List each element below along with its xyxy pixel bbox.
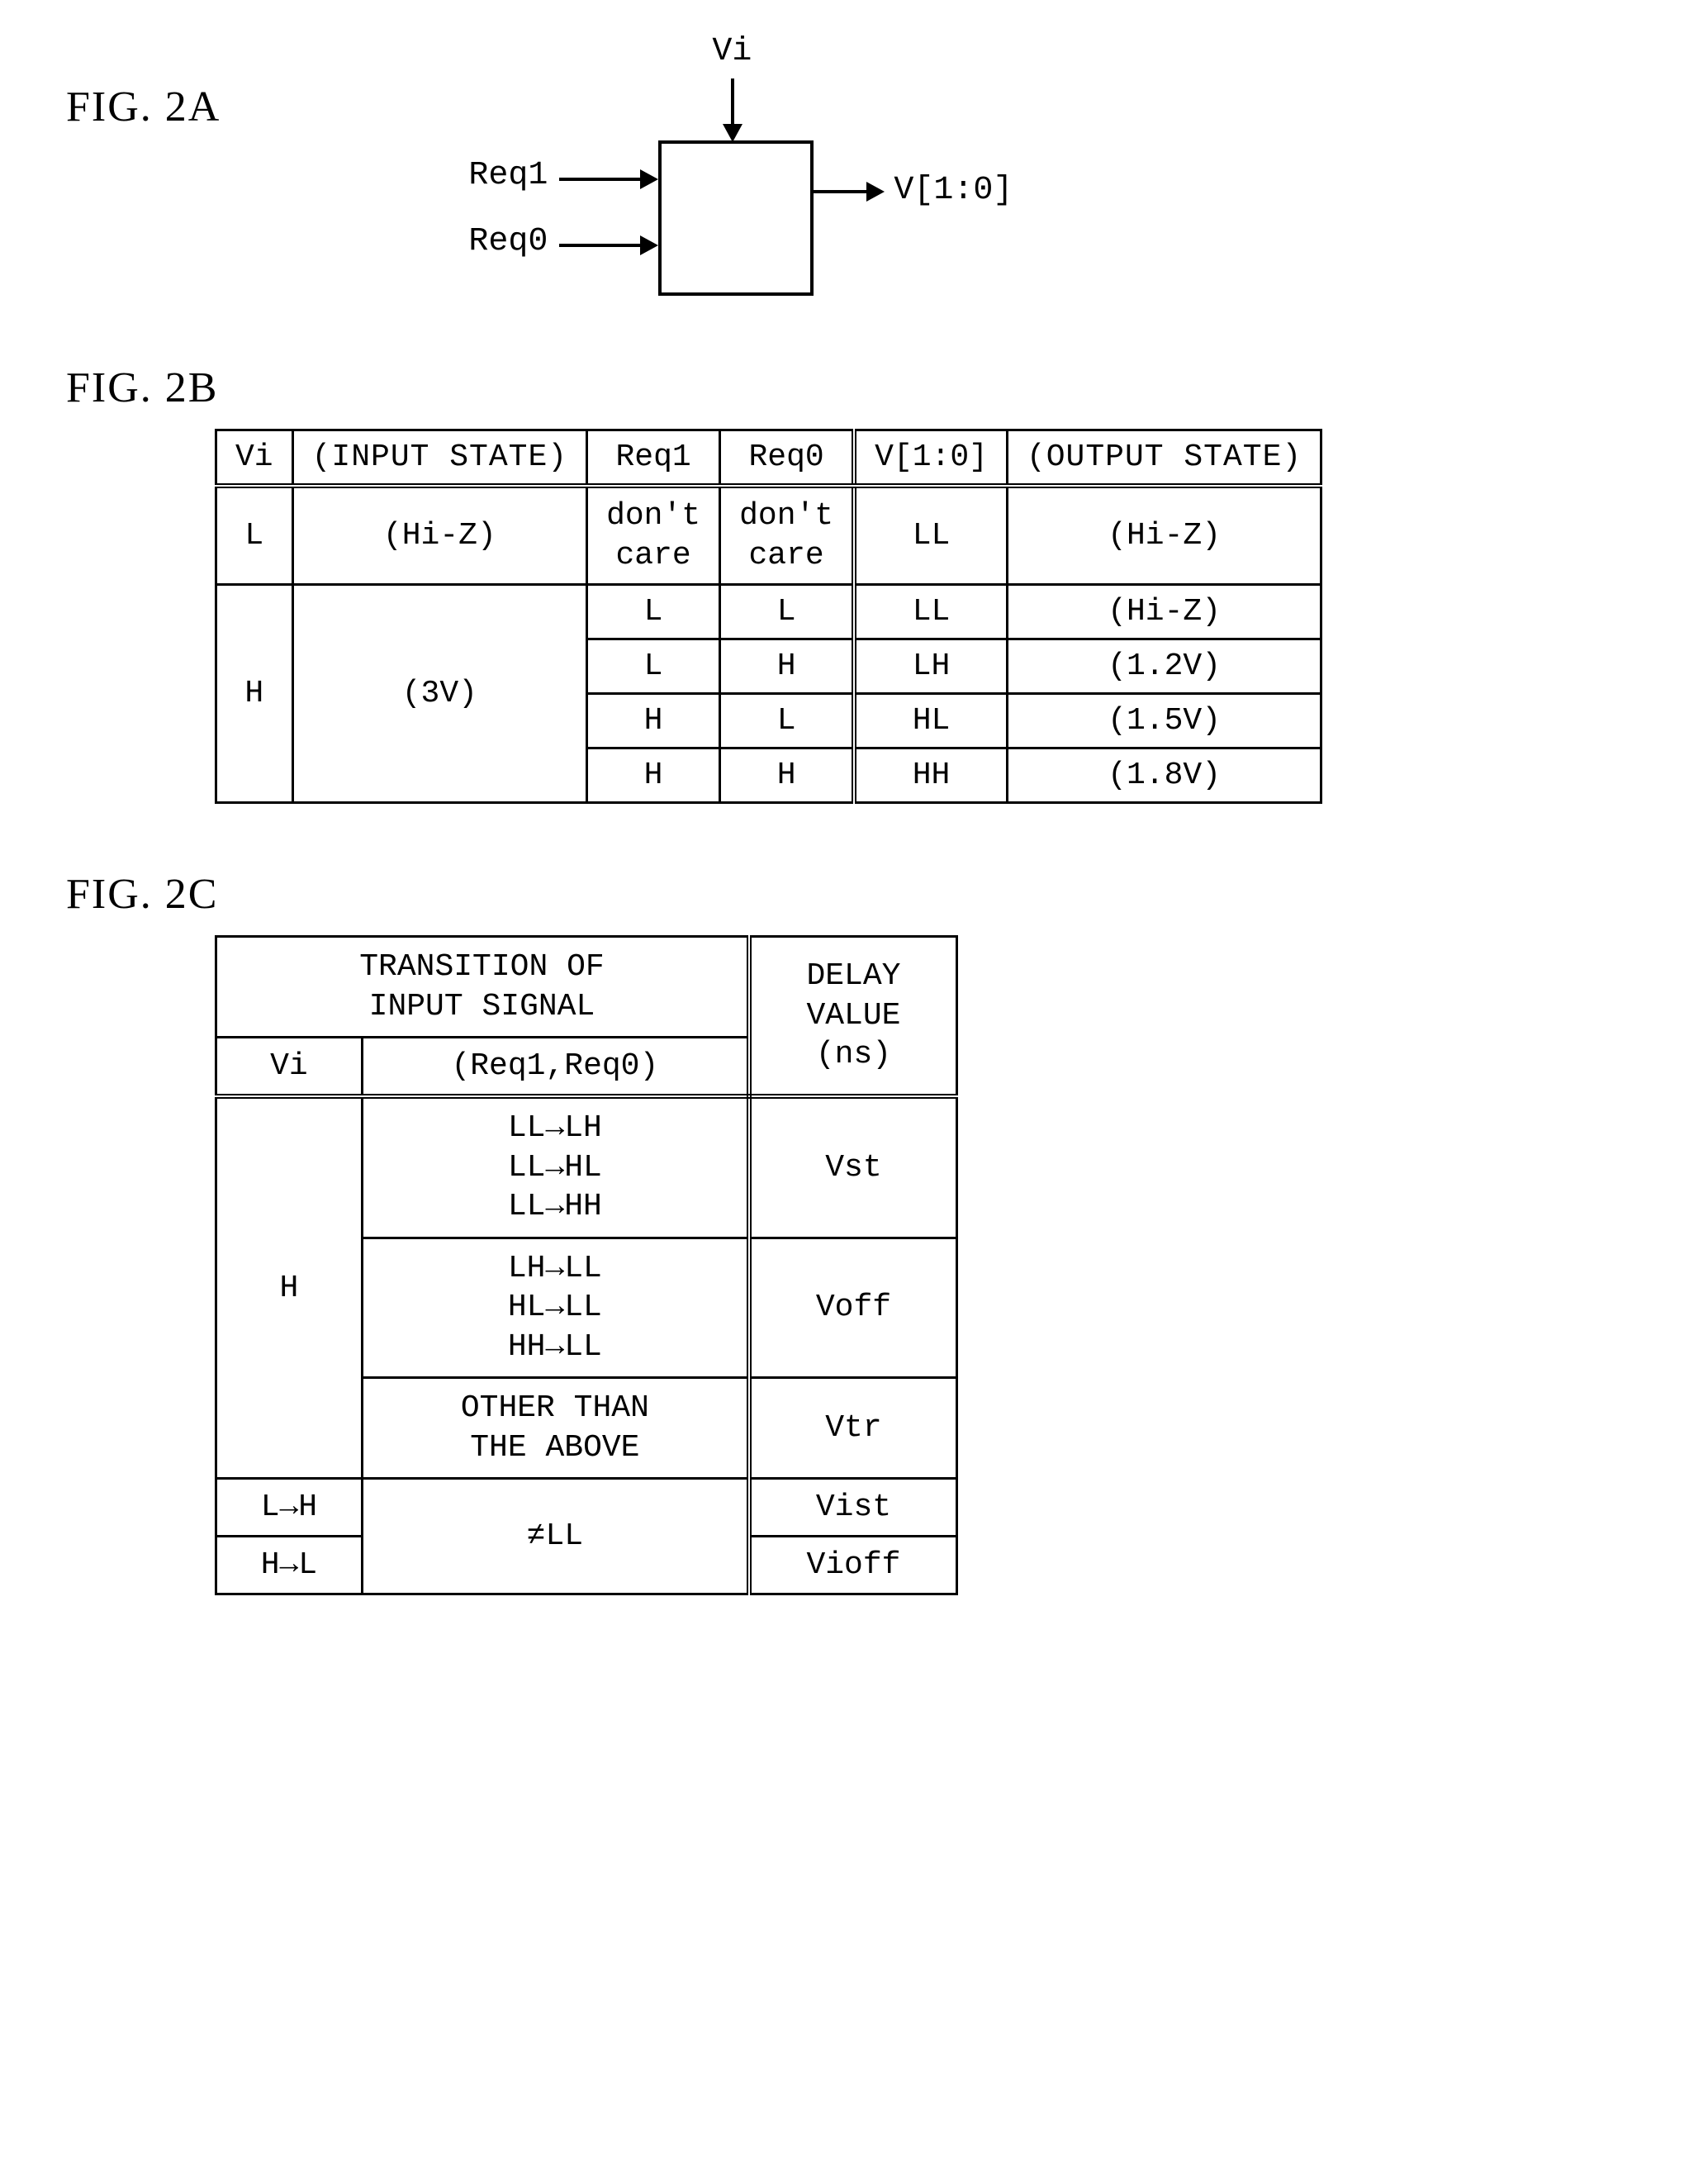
cell-req0: don'tcare xyxy=(720,486,855,585)
cell-vi: L xyxy=(216,486,293,585)
col-transition: TRANSITION OFINPUT SIGNAL xyxy=(216,937,749,1038)
cell-delay: Vist xyxy=(749,1479,957,1537)
cell-delay: Vst xyxy=(749,1096,957,1238)
col-delay: DELAYVALUE(ns) xyxy=(749,937,957,1097)
arrow-out-line xyxy=(810,190,868,193)
cell-req1: L xyxy=(587,585,720,639)
col-req1: Req1 xyxy=(587,430,720,487)
cell-req1: H xyxy=(587,748,720,803)
cell-req-neqll: ≠LL xyxy=(362,1479,749,1594)
table-row: L (Hi-Z) don'tcare don'tcare LL (Hi-Z) xyxy=(216,486,1321,585)
signal-req1: Req1 xyxy=(468,157,548,194)
arrow-req0-line xyxy=(559,244,642,247)
cell-req0: H xyxy=(720,639,855,694)
cell-vout: HH xyxy=(854,748,1007,803)
cell-req: OTHER THANTHE ABOVE xyxy=(362,1378,749,1479)
table-row: H LL→LHLL→HLLL→HH Vst xyxy=(216,1096,957,1238)
arrow-vi-head xyxy=(723,124,743,142)
arrow-req1-head xyxy=(640,169,658,189)
figure-2c-label: FIG. 2C xyxy=(66,870,1642,919)
cell-vout: LH xyxy=(854,639,1007,694)
arrow-req0-head xyxy=(640,235,658,255)
cell-vi: L→H xyxy=(216,1479,363,1537)
cell-vi-h: H xyxy=(216,1096,363,1479)
col-req: (Req1,Req0) xyxy=(362,1038,749,1097)
col-req0: Req0 xyxy=(720,430,855,487)
cell-req: LL→LHLL→HLLL→HH xyxy=(362,1096,749,1238)
arrow-vi-line xyxy=(731,78,734,128)
cell-ostate: (1.8V) xyxy=(1007,748,1321,803)
col-vi: Vi xyxy=(216,430,293,487)
cell-vout: LL xyxy=(854,585,1007,639)
table-row: H (3V) L L LL (Hi-Z) xyxy=(216,585,1321,639)
cell-delay: Voff xyxy=(749,1238,957,1378)
cell-delay: Vioff xyxy=(749,1537,957,1594)
figure-2a: FIG. 2A Vi Req1 Req0 V[1:0] xyxy=(66,50,1642,330)
cell-req1: L xyxy=(587,639,720,694)
cell-vi-h: H xyxy=(216,585,293,803)
cell-istate-3v: (3V) xyxy=(292,585,586,803)
col-output-state: (OUTPUT STATE) xyxy=(1007,430,1321,487)
table-row: L→H ≠LL Vist xyxy=(216,1479,957,1537)
cell-req0: L xyxy=(720,585,855,639)
col-input-state: (INPUT STATE) xyxy=(292,430,586,487)
cell-req1: H xyxy=(587,694,720,748)
cell-ostate: (Hi-Z) xyxy=(1007,585,1321,639)
cell-req: LH→LLHL→LLHH→LL xyxy=(362,1238,749,1378)
fig2a-block-diagram: Vi Req1 Req0 V[1:0] xyxy=(254,33,1079,330)
arrow-req1-line xyxy=(559,178,642,181)
signal-vi: Vi xyxy=(712,33,752,70)
table-2b: Vi (INPUT STATE) Req1 Req0 V[1:0] (OUTPU… xyxy=(215,429,1322,804)
figure-2b-label: FIG. 2B xyxy=(66,364,1642,412)
signal-req0: Req0 xyxy=(468,223,548,260)
cell-ostate: (1.5V) xyxy=(1007,694,1321,748)
table-2b-header: Vi (INPUT STATE) Req1 Req0 V[1:0] (OUTPU… xyxy=(216,430,1321,487)
col-vout: V[1:0] xyxy=(854,430,1007,487)
cell-delay: Vtr xyxy=(749,1378,957,1479)
col-vi: Vi xyxy=(216,1038,363,1097)
arrow-out-head xyxy=(866,182,885,202)
cell-req0: H xyxy=(720,748,855,803)
logic-block xyxy=(658,140,814,296)
signal-vout: V[1:0] xyxy=(894,172,1013,209)
cell-req0: L xyxy=(720,694,855,748)
cell-istate: (Hi-Z) xyxy=(292,486,586,585)
cell-ostate: (Hi-Z) xyxy=(1007,486,1321,585)
figure-2a-label: FIG. 2A xyxy=(66,83,221,131)
table-2c-header-row1: TRANSITION OFINPUT SIGNAL DELAYVALUE(ns) xyxy=(216,937,957,1038)
cell-req1: don'tcare xyxy=(587,486,720,585)
cell-ostate: (1.2V) xyxy=(1007,639,1321,694)
table-2c: TRANSITION OFINPUT SIGNAL DELAYVALUE(ns)… xyxy=(215,935,958,1595)
cell-vi: H→L xyxy=(216,1537,363,1594)
cell-vout: HL xyxy=(854,694,1007,748)
cell-vout: LL xyxy=(854,486,1007,585)
